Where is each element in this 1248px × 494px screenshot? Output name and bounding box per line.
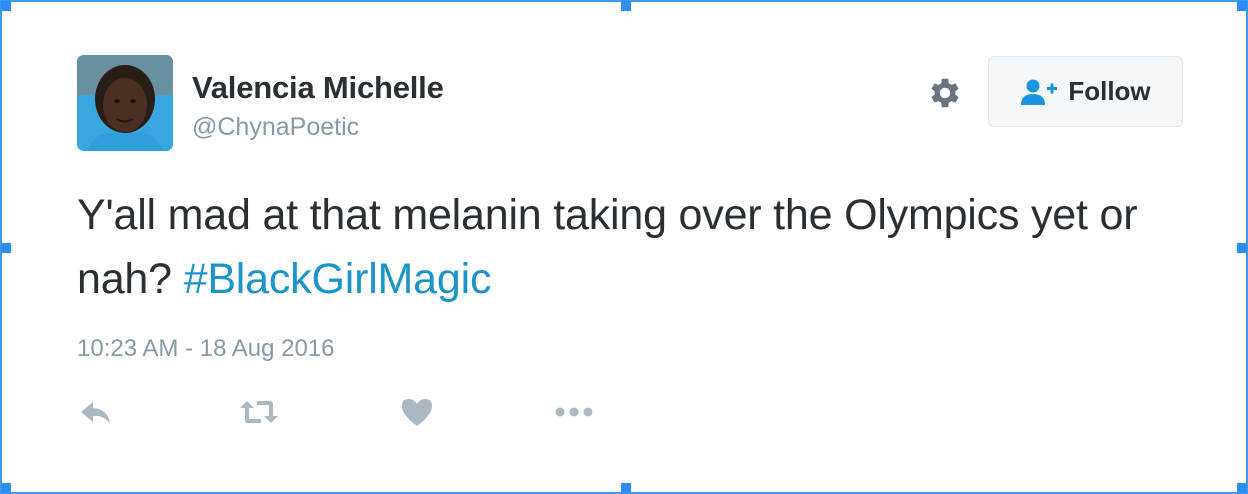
gear-icon[interactable]: [926, 74, 964, 112]
avatar[interactable]: [77, 55, 173, 151]
more-dots-icon[interactable]: [554, 394, 594, 430]
resize-handle-top-right[interactable]: [1237, 1, 1247, 11]
hashtag-link[interactable]: #BlackGirlMagic: [184, 255, 492, 303]
follow-button-label: Follow: [1068, 76, 1151, 106]
add-user-icon: [1021, 79, 1058, 105]
user-handle[interactable]: @ChynaPoetic: [192, 113, 359, 142]
resize-handle-left[interactable]: [1, 243, 11, 253]
resize-handle-bottom-right[interactable]: [1237, 483, 1247, 493]
retweet-icon[interactable]: [238, 394, 280, 430]
resize-handle-right[interactable]: [1237, 243, 1247, 253]
tweet-text: Y'all mad at that melanin taking over th…: [77, 183, 1167, 311]
resize-handle-bottom[interactable]: [621, 483, 631, 493]
resize-handle-bottom-left[interactable]: [1, 483, 11, 493]
display-name[interactable]: Valencia Michelle: [192, 70, 444, 106]
resize-handle-top[interactable]: [621, 1, 631, 11]
follow-button[interactable]: Follow: [988, 56, 1183, 127]
heart-icon[interactable]: [399, 394, 435, 430]
resize-handle-top-left[interactable]: [1, 1, 11, 11]
tweet-timestamp[interactable]: 10:23 AM - 18 Aug 2016: [77, 335, 335, 363]
avatar-image: [77, 55, 173, 151]
reply-icon[interactable]: [78, 394, 114, 430]
